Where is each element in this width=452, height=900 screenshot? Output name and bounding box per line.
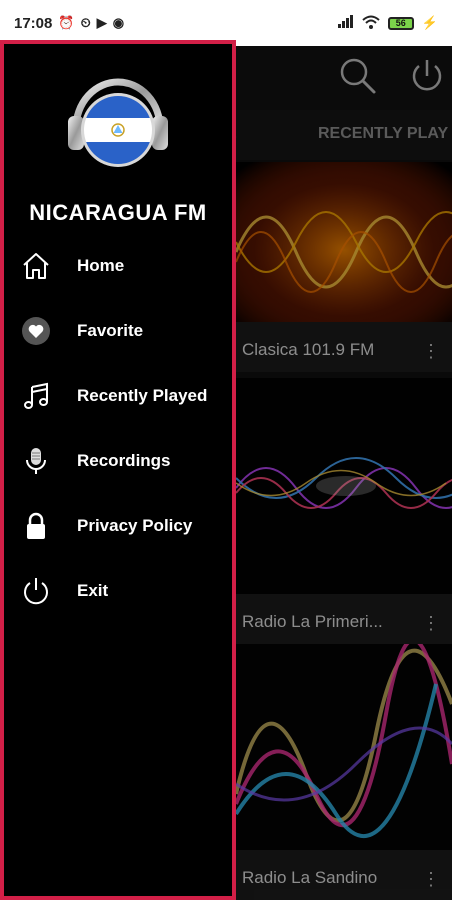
alarm-off-icon: ⏲ bbox=[80, 15, 91, 30]
home-icon bbox=[20, 250, 52, 282]
charging-icon: ⚡ bbox=[421, 15, 438, 30]
lock-icon bbox=[20, 510, 52, 542]
battery-icon: 56 bbox=[387, 16, 414, 30]
menu-item-favorite[interactable]: Favorite bbox=[4, 299, 232, 364]
power-icon bbox=[20, 575, 52, 607]
app-title: NICARAGUA FM bbox=[29, 200, 207, 225]
menu-item-recently-played[interactable]: Recently Played bbox=[4, 364, 232, 429]
microphone-icon bbox=[20, 445, 52, 477]
heart-icon bbox=[20, 315, 52, 347]
notification-app-icon: ◉ bbox=[112, 15, 125, 30]
menu-item-recordings[interactable]: Recordings bbox=[4, 429, 232, 494]
menu-item-label: Recordings bbox=[77, 451, 171, 470]
alarm-icon: ⏰ bbox=[58, 15, 75, 30]
play-icon: ▶ bbox=[96, 15, 107, 30]
menu-item-privacy-policy[interactable]: Privacy Policy bbox=[4, 494, 232, 559]
navigation-drawer: NICARAGUA FM Home Favorite Recently Play… bbox=[0, 40, 236, 900]
wifi-icon bbox=[362, 15, 380, 32]
menu-item-label: Privacy Policy bbox=[77, 516, 193, 535]
signal-icon bbox=[337, 15, 354, 31]
menu-item-label: Exit bbox=[77, 581, 109, 600]
status-time: 17:08 bbox=[14, 14, 53, 32]
drawer-menu: Home Favorite Recently Played Recordings… bbox=[4, 234, 232, 624]
menu-item-label: Recently Played bbox=[77, 386, 208, 405]
menu-item-exit[interactable]: Exit bbox=[4, 559, 232, 624]
menu-item-label: Home bbox=[77, 256, 125, 275]
app-logo bbox=[62, 62, 174, 174]
menu-item-label: Favorite bbox=[77, 321, 144, 340]
menu-item-home[interactable]: Home bbox=[4, 234, 232, 299]
music-note-icon bbox=[20, 380, 52, 412]
